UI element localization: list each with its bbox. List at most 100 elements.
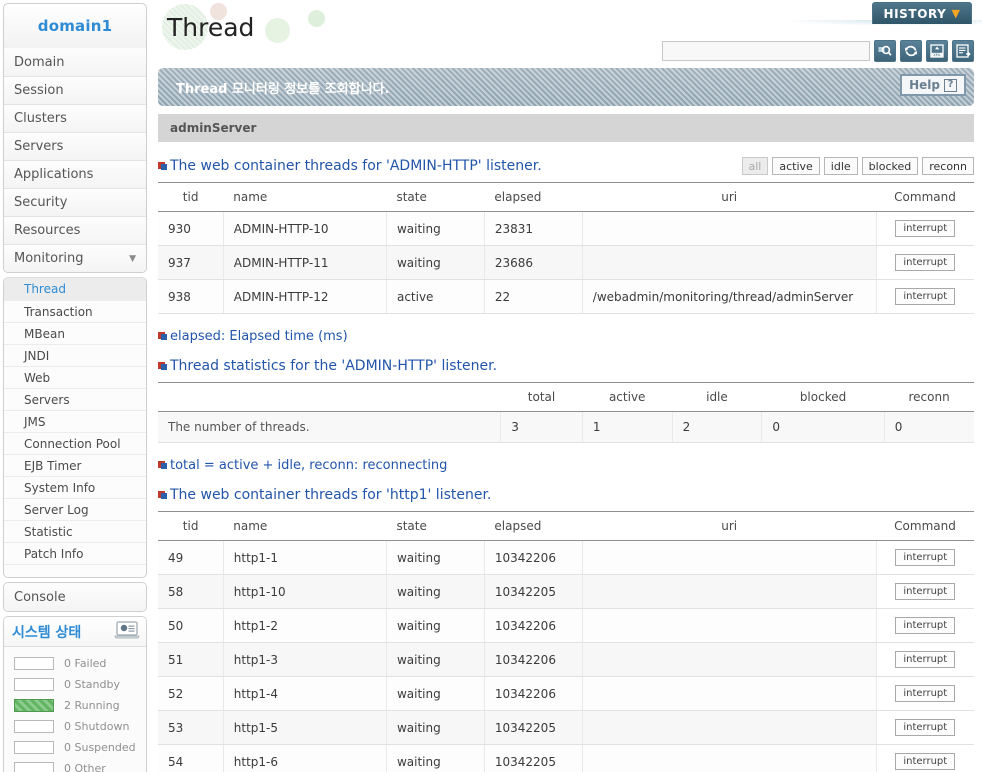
content-area: The web container threads for 'ADMIN-HTT… (150, 156, 982, 772)
cell-uri (582, 574, 877, 609)
sidebar-item-label: JMS (24, 414, 46, 429)
sidebar-item-label: Servers (14, 139, 64, 154)
sidebar-item-jms[interactable]: JMS (4, 410, 146, 432)
table-row: 50 http1-2 waiting 10342206 interrupt (158, 608, 974, 643)
sidebar-item-applications[interactable]: Applications (4, 160, 146, 188)
cell-tid: 930 (158, 211, 224, 246)
column-header-uri: uri (582, 182, 877, 212)
domain-label: domain1 (37, 17, 113, 35)
interrupt-button[interactable]: interrupt (895, 288, 956, 305)
history-button[interactable]: HISTORY ▼ (872, 2, 972, 24)
bullet-icon (158, 331, 167, 341)
http1-section-header: The web container threads for 'http1' li… (158, 485, 974, 505)
sidebar-item-label: JNDI (24, 348, 50, 363)
cell-state: waiting (386, 211, 485, 246)
sidebar-item-console[interactable]: Console (4, 583, 146, 611)
cell-name: ADMIN-HTTP-10 (223, 211, 387, 246)
cell-command: interrupt (876, 744, 974, 772)
filter-button-reconn[interactable]: reconn (922, 157, 974, 175)
sidebar-item-statistic[interactable]: Statistic (4, 520, 146, 542)
sidebar-item-server-log[interactable]: Server Log (4, 498, 146, 520)
bullet-icon (158, 361, 167, 371)
stats-value: 0 (761, 411, 885, 443)
sidebar-item-system-info[interactable]: System Info (4, 476, 146, 498)
cell-uri (582, 211, 877, 246)
elapsed-note-text: elapsed: Elapsed time (ms) (170, 328, 348, 344)
interrupt-button[interactable]: interrupt (895, 719, 956, 736)
sidebar-item-clusters[interactable]: Clusters (4, 104, 146, 132)
server-name-bar: adminServer (158, 114, 974, 142)
cell-uri (582, 676, 877, 711)
sidebar-item-servers[interactable]: Servers (4, 388, 146, 410)
total-note-text: total = active + idle, reconn: reconnect… (170, 457, 448, 473)
search-input[interactable] (662, 41, 870, 61)
sidebar-item-label: Web (24, 370, 51, 385)
filter-button-blocked[interactable]: blocked (861, 157, 919, 175)
table-header-row: total active idle blocked reconn (158, 382, 974, 412)
filter-button-idle[interactable]: idle (823, 157, 858, 175)
refresh-icon[interactable] (900, 40, 922, 62)
export-xml-icon[interactable]: XML (926, 40, 948, 62)
column-header-total: total (500, 382, 583, 412)
interrupt-button[interactable]: interrupt (895, 549, 956, 566)
cell-uri (582, 608, 877, 643)
table-row: 930 ADMIN-HTTP-10 waiting 23831 interrupt (158, 211, 974, 246)
console-card[interactable]: Console (3, 582, 147, 612)
status-label: 0 Shutdown (64, 720, 130, 733)
search-icon[interactable] (874, 40, 896, 62)
cell-elapsed: 10342206 (484, 642, 583, 677)
console-label: Console (14, 589, 66, 605)
sidebar-item-monitoring[interactable]: Monitoring ▼ (4, 244, 146, 272)
sidebar-item-label: Applications (14, 167, 94, 182)
stats-section-header: Thread statistics for the 'ADMIN-HTTP' l… (158, 356, 974, 376)
sidebar-item-thread[interactable]: Thread (4, 278, 146, 300)
cell-state: active (386, 279, 485, 314)
interrupt-button[interactable]: interrupt (895, 617, 956, 634)
sidebar-item-mbean[interactable]: MBean (4, 322, 146, 344)
cell-tid: 58 (158, 574, 224, 609)
interrupt-button[interactable]: interrupt (895, 651, 956, 668)
interrupt-button[interactable]: interrupt (895, 753, 956, 770)
bullet-icon (158, 460, 167, 470)
server-name: adminServer (170, 121, 257, 135)
status-row: 2 Running (8, 695, 142, 716)
status-row: 0 Standby (8, 674, 142, 695)
sidebar-item-jndi[interactable]: JNDI (4, 344, 146, 366)
sidebar-item-session[interactable]: Session (4, 76, 146, 104)
sidebar-item-connection-pool[interactable]: Connection Pool (4, 432, 146, 454)
filter-button-active[interactable]: active (772, 157, 820, 175)
cell-name: http1-6 (223, 744, 387, 772)
sidebar-item-servers[interactable]: Servers (4, 132, 146, 160)
sidebar-item-security[interactable]: Security (4, 188, 146, 216)
cell-command: interrupt (876, 574, 974, 609)
sidebar-item-web[interactable]: Web (4, 366, 146, 388)
interrupt-button[interactable]: interrupt (895, 583, 956, 600)
sidebar-item-domain[interactable]: Domain (4, 48, 146, 76)
sidebar-item-label: Security (14, 195, 68, 210)
cell-tid: 937 (158, 245, 224, 280)
sidebar-item-patch-info[interactable]: Patch Info (4, 542, 146, 564)
filter-button-all[interactable]: all (741, 157, 769, 175)
history-label: HISTORY (883, 6, 947, 21)
cell-command: interrupt (876, 608, 974, 643)
laptop-icon[interactable] (114, 620, 140, 643)
status-label: 2 Running (64, 699, 120, 712)
interrupt-button[interactable]: interrupt (895, 685, 956, 702)
column-header-command: Command (876, 182, 974, 212)
interrupt-button[interactable]: interrupt (895, 254, 956, 271)
interrupt-button[interactable]: interrupt (895, 220, 956, 237)
cell-name: http1-10 (223, 574, 387, 609)
table-row: 51 http1-3 waiting 10342206 interrupt (158, 642, 974, 677)
column-header-tid: tid (158, 511, 224, 541)
sidebar-item-label: Resources (14, 223, 81, 238)
sidebar-item-ejb-timer[interactable]: EJB Timer (4, 454, 146, 476)
system-status-body: 0 Failed 0 Standby 2 Running 0 Shutdown 0 Su… (4, 647, 146, 772)
help-button[interactable]: Help ? (900, 74, 966, 96)
submenu-card: Thread Transaction MBean JNDI Web Servers JMS C… (3, 277, 147, 578)
cell-state: waiting (386, 676, 485, 711)
table-row: 49 http1-1 waiting 10342206 interrupt (158, 540, 974, 575)
export-report-icon[interactable] (952, 40, 974, 62)
sidebar-item-transaction[interactable]: Transaction (4, 300, 146, 322)
cell-elapsed: 10342205 (484, 744, 583, 772)
sidebar-item-resources[interactable]: Resources (4, 216, 146, 244)
